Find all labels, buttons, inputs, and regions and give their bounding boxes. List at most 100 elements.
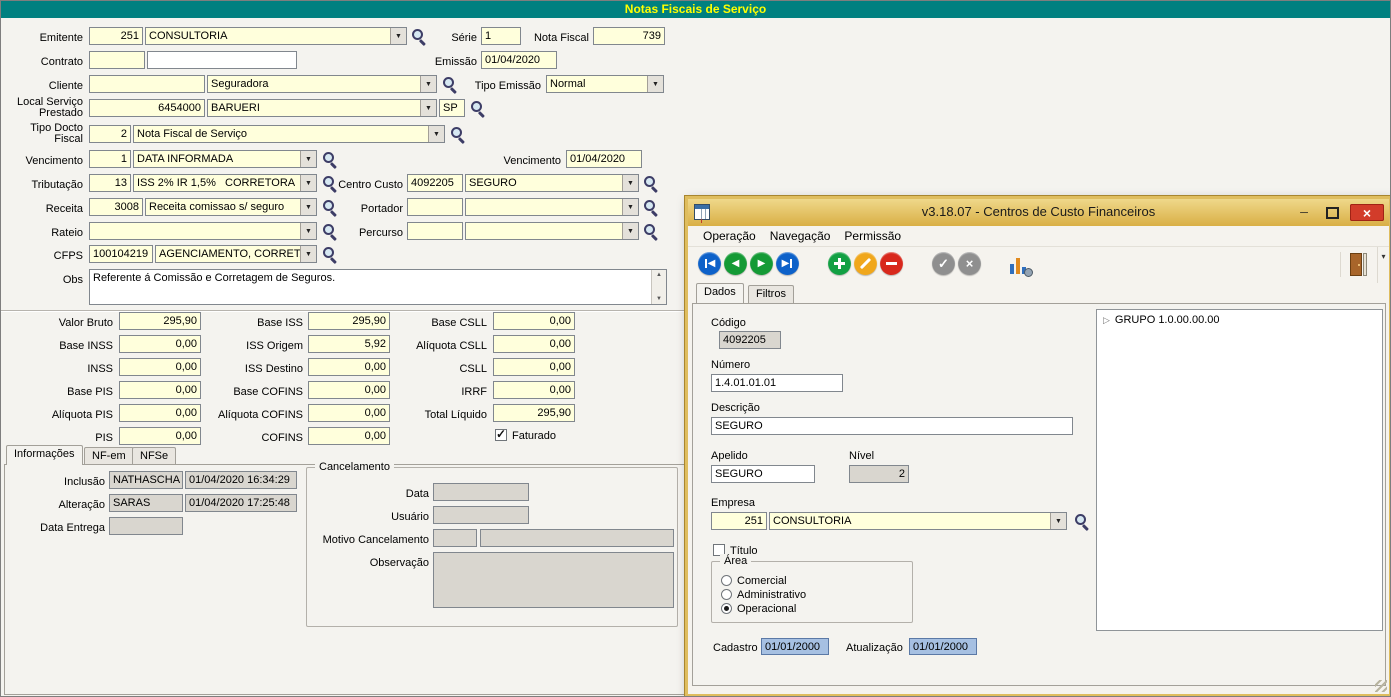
irrf-field[interactable]: 0,00 — [493, 381, 575, 399]
tributacao-select[interactable]: ISS 2% IR 1,5% CORRETORA ▼ — [133, 174, 317, 192]
cliente-lookup-icon[interactable] — [441, 76, 458, 93]
tipo-docto-select[interactable]: Nota Fiscal de Serviço ▼ — [133, 125, 445, 143]
close-button[interactable]: × — [1350, 204, 1384, 221]
tributacao-code-field[interactable]: 13 — [89, 174, 131, 192]
obs-textarea[interactable]: Referente á Comissão e Corretagem de Seg… — [89, 269, 667, 305]
centro-custo-select-value: SEGURO — [466, 175, 622, 191]
percurso-lookup-icon[interactable] — [642, 223, 659, 240]
base-cofins-field[interactable]: 0,00 — [308, 381, 390, 399]
receita-lookup-icon[interactable] — [321, 199, 338, 216]
data-entrega-field[interactable] — [109, 517, 183, 535]
total-liquido-field[interactable]: 295,90 — [493, 404, 575, 422]
emitente-code-field[interactable]: 251 — [89, 27, 143, 45]
vencimento-data-field[interactable]: 01/04/2020 — [566, 150, 642, 168]
local-servico-lookup-icon[interactable] — [469, 100, 486, 117]
chart-bar-icon — [1010, 264, 1014, 274]
rateio-select[interactable]: ▼ — [89, 222, 317, 240]
nav-first-button[interactable]: ◀ — [698, 252, 721, 275]
serie-field[interactable]: 1 — [481, 27, 521, 45]
emissao-label: Emissão — [421, 53, 477, 71]
centro-custo-code-field[interactable]: 4092205 — [407, 174, 463, 192]
cc-titlebar[interactable]: v3.18.07 - Centros de Custo Financeiros … — [688, 199, 1389, 226]
cfps-lookup-icon[interactable] — [321, 246, 338, 263]
previous-icon: ◀ — [732, 259, 740, 269]
add-button[interactable] — [828, 252, 851, 275]
iss-origem-field[interactable]: 5,92 — [308, 335, 390, 353]
main-window-titlebar[interactable]: Notas Fiscais de Serviço — [1, 1, 1390, 18]
base-pis-field[interactable]: 0,00 — [119, 381, 201, 399]
receita-code-field[interactable]: 3008 — [89, 198, 143, 216]
emitente-lookup-icon[interactable] — [410, 28, 427, 45]
tab-informacoes[interactable]: Informações — [6, 445, 83, 465]
percurso-label: Percurso — [347, 224, 403, 242]
rateio-select-value — [90, 223, 300, 239]
base-iss-field[interactable]: 295,90 — [308, 312, 390, 330]
minimize-button[interactable]: ─ — [1291, 204, 1317, 221]
aliquota-csll-field[interactable]: 0,00 — [493, 335, 575, 353]
cliente-select[interactable]: Seguradora ▼ — [207, 75, 437, 93]
contrato-code-field[interactable] — [89, 51, 145, 69]
centro-custo-select[interactable]: SEGURO ▼ — [465, 174, 639, 192]
vencimento-lookup-icon[interactable] — [321, 151, 338, 168]
tipo-emissao-select[interactable]: Normal ▼ — [546, 75, 664, 93]
cliente-code-field[interactable] — [89, 75, 205, 93]
emitente-select[interactable]: CONSULTORIA ▼ — [145, 27, 407, 45]
receita-select[interactable]: Receita comissao s/ seguro ▼ — [145, 198, 317, 216]
vencimento-code-field[interactable]: 1 — [89, 150, 131, 168]
base-csll-field[interactable]: 0,00 — [493, 312, 575, 330]
centro-custo-lookup-icon[interactable] — [642, 175, 659, 192]
cc-tab-filtros[interactable]: Filtros — [748, 285, 794, 303]
percurso-code-field[interactable] — [407, 222, 463, 240]
maximize-button[interactable] — [1319, 204, 1345, 221]
cfps-select[interactable]: AGENCIAMENTO, CORRETAGEM ▼ — [155, 245, 317, 263]
exit-button[interactable] — [1350, 253, 1367, 276]
nav-previous-button[interactable]: ◀ — [724, 252, 747, 275]
nota-fiscal-field[interactable]: 739 — [593, 27, 665, 45]
base-inss-field[interactable]: 0,00 — [119, 335, 201, 353]
percurso-select[interactable]: ▼ — [465, 222, 639, 240]
cfps-code-field[interactable]: 100104219 — [89, 245, 153, 263]
csll-field[interactable]: 0,00 — [493, 358, 575, 376]
aliquota-cofins-field[interactable]: 0,00 — [308, 404, 390, 422]
scroll-down-icon[interactable]: ▼ — [652, 296, 666, 302]
edit-button[interactable] — [854, 252, 877, 275]
obs-scrollbar[interactable]: ▲ ▼ — [651, 270, 666, 304]
portador-lookup-icon[interactable] — [642, 199, 659, 216]
iss-destino-field[interactable]: 0,00 — [308, 358, 390, 376]
nav-next-button[interactable]: ▶ — [750, 252, 773, 275]
menu-operacao[interactable]: Operação — [701, 229, 758, 243]
chart-button[interactable] — [1008, 253, 1032, 276]
nav-last-button[interactable]: ▶ — [776, 252, 799, 275]
cofins-field[interactable]: 0,00 — [308, 427, 390, 445]
tab-nfse[interactable]: NFSe — [132, 447, 176, 465]
pis-field[interactable]: 0,00 — [119, 427, 201, 445]
portador-code-field[interactable] — [407, 198, 463, 216]
local-servico-select[interactable]: BARUERI ▼ — [207, 99, 437, 117]
uf-field[interactable]: SP — [439, 99, 465, 117]
local-servico-code-field[interactable]: 6454000 — [89, 99, 205, 117]
rateio-lookup-icon[interactable] — [321, 223, 338, 240]
tipo-docto-lookup-icon[interactable] — [449, 126, 466, 143]
emissao-field[interactable]: 01/04/2020 — [481, 51, 557, 69]
contrato-desc-field[interactable] — [147, 51, 297, 69]
menu-permissao[interactable]: Permissão — [842, 229, 903, 243]
toolbar-overflow-button[interactable]: ▾ — [1377, 247, 1389, 283]
menu-navegacao[interactable]: Navegação — [768, 229, 833, 243]
confirm-button[interactable]: ✓ — [932, 252, 955, 275]
tipo-docto-code-field[interactable]: 2 — [89, 125, 131, 143]
vencimento-select[interactable]: DATA INFORMADA ▼ — [133, 150, 317, 168]
delete-button[interactable] — [880, 252, 903, 275]
cfps-select-value: AGENCIAMENTO, CORRETAGEM — [156, 246, 300, 262]
aliquota-pis-field[interactable]: 0,00 — [119, 404, 201, 422]
portador-label: Portador — [349, 200, 403, 218]
inss-field[interactable]: 0,00 — [119, 358, 201, 376]
faturado-checkbox[interactable] — [495, 429, 507, 441]
portador-select[interactable]: ▼ — [465, 198, 639, 216]
scroll-up-icon[interactable]: ▲ — [652, 272, 666, 278]
valor-bruto-field[interactable]: 295,90 — [119, 312, 201, 330]
tributacao-lookup-icon[interactable] — [321, 175, 338, 192]
cc-menubar: Operação Navegação Permissão — [688, 226, 1389, 247]
cc-tab-dados[interactable]: Dados — [696, 283, 744, 303]
cancel-button[interactable]: × — [958, 252, 981, 275]
tab-nf-em[interactable]: NF-em — [84, 447, 134, 465]
